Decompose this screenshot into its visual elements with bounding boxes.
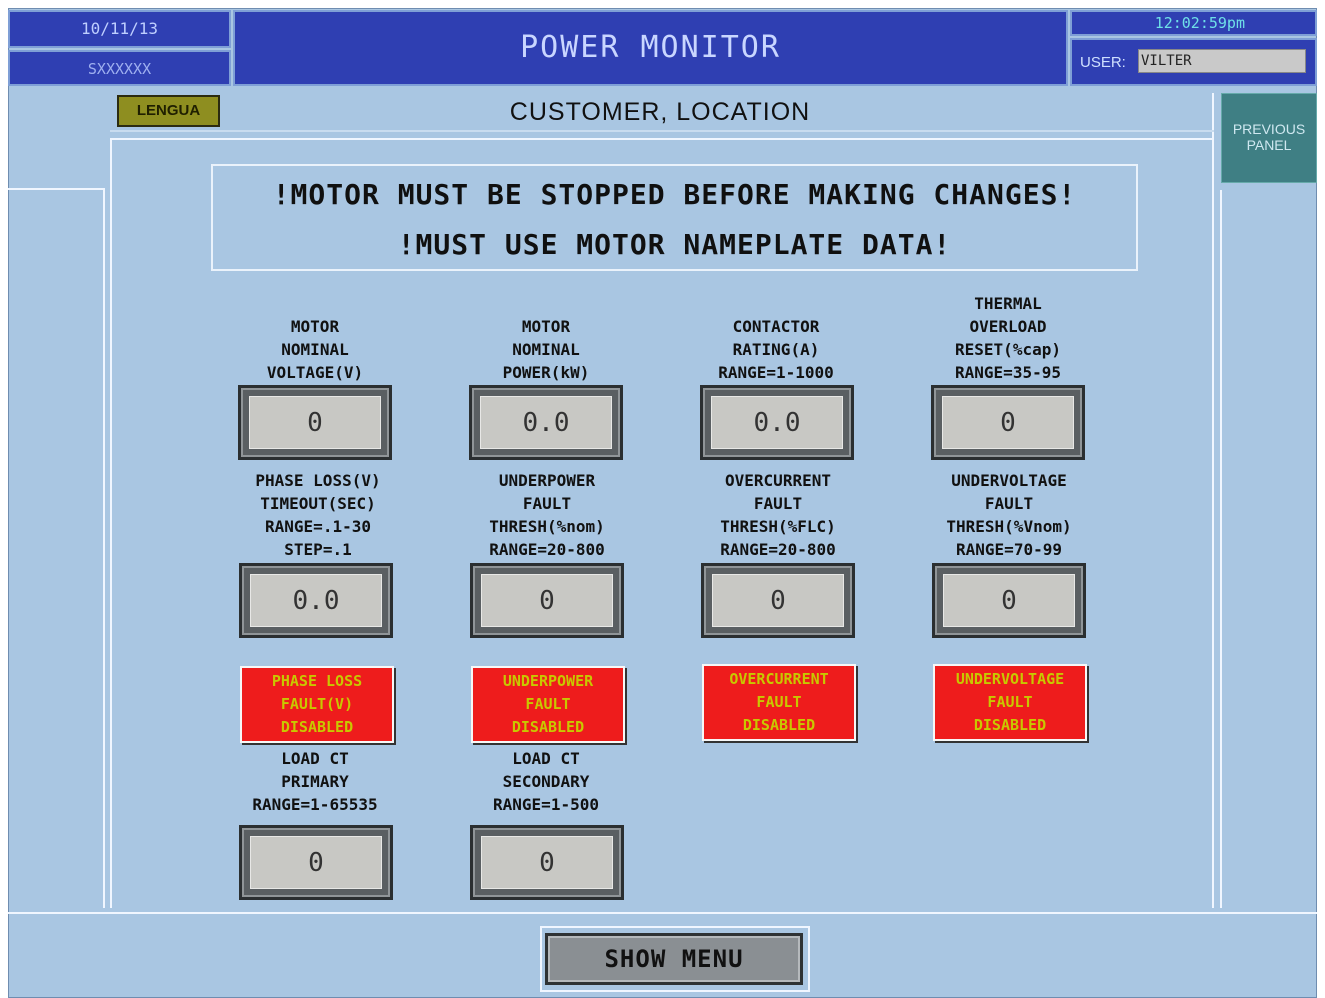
warning-line-1: !MOTOR MUST BE STOPPED BEFORE MAKING CHA…: [272, 178, 1077, 211]
footer-rule: [8, 912, 1317, 914]
time-display: 12:02:59pm: [1070, 10, 1317, 36]
overcurrent-fault-button[interactable]: OVERCURRENT FAULT DISABLED: [702, 664, 856, 741]
motor-voltage-label: MOTOR NOMINAL VOLTAGE(V): [266, 317, 364, 382]
left-rule: [8, 188, 104, 190]
undervoltage-label: UNDERVOLTAGE FAULT THRESH(%Vnom) RANGE=70-9…: [946, 471, 1072, 559]
user-field[interactable]: VILTER: [1138, 49, 1306, 73]
phase-loss-fault-button[interactable]: PHASE LOSS FAULT(V) DISABLED: [240, 666, 394, 743]
page-title: POWER MONITOR: [233, 10, 1068, 86]
date-display: 10/11/13: [8, 10, 231, 48]
contactor-rating-label: CONTACTOR RATING(A) RANGE=1-1000: [718, 317, 834, 382]
screen-frame: [8, 8, 1317, 998]
overcurrent-field[interactable]: 0: [701, 563, 855, 638]
left-divider: [103, 188, 105, 908]
thermal-overload-label: THERMAL OVERLOAD RESET(%cap) RANGE=35-95: [955, 294, 1061, 382]
phase-loss-field[interactable]: 0.0: [239, 563, 393, 638]
load-ct-primary-label: LOAD CT PRIMARY RANGE=1-65535: [252, 749, 378, 814]
load-ct-secondary-label: LOAD CT SECONDARY RANGE=1-500: [493, 749, 599, 814]
underpower-field[interactable]: 0: [470, 563, 624, 638]
right-divider: [1220, 190, 1222, 908]
underpower-label: UNDERPOWER FAULT THRESH(%nom) RANGE=20-800: [489, 471, 605, 559]
location-title: CUSTOMER, LOCATION: [509, 98, 811, 126]
previous-panel-label-1: PREVIOUS: [1232, 121, 1306, 137]
underpower-fault-button[interactable]: UNDERPOWER FAULT DISABLED: [471, 666, 625, 743]
contactor-rating-field[interactable]: 0.0: [700, 385, 854, 460]
title-rule: [110, 130, 1214, 132]
motor-power-label: MOTOR NOMINAL POWER(kW): [502, 317, 590, 382]
previous-panel-label-2: PANEL: [1246, 137, 1292, 153]
phase-loss-label: PHASE LOSS(V) TIMEOUT(SEC) RANGE=.1-30 STEP…: [255, 471, 381, 559]
undervoltage-field[interactable]: 0: [932, 563, 1086, 638]
warning-box: !MOTOR MUST BE STOPPED BEFORE MAKING CHA…: [211, 164, 1138, 271]
motor-voltage-field[interactable]: 0: [238, 385, 392, 460]
user-label: USER:: [1080, 54, 1126, 71]
lengua-button[interactable]: LENGUA: [117, 95, 220, 127]
load-ct-secondary-field[interactable]: 0: [470, 825, 624, 900]
show-menu-button[interactable]: SHOW MENU: [545, 933, 803, 985]
content-left-edge: [110, 138, 112, 908]
user-panel: USER: VILTER: [1070, 38, 1317, 86]
motor-power-field[interactable]: 0.0: [469, 385, 623, 460]
warning-line-2: !MUST USE MOTOR NAMEPLATE DATA!: [397, 228, 952, 261]
thermal-overload-field[interactable]: 0: [931, 385, 1085, 460]
serial-display: SXXXXXX: [8, 50, 231, 86]
overcurrent-label: OVERCURRENT FAULT THRESH(%FLC) RANGE=20-800: [720, 471, 836, 559]
previous-panel-button[interactable]: PREVIOUS PANEL: [1221, 93, 1317, 183]
load-ct-primary-field[interactable]: 0: [239, 825, 393, 900]
undervoltage-fault-button[interactable]: UNDERVOLTAGE FAULT DISABLED: [933, 664, 1087, 741]
content-right-edge: [1212, 93, 1214, 908]
content-top-edge: [110, 138, 1214, 140]
